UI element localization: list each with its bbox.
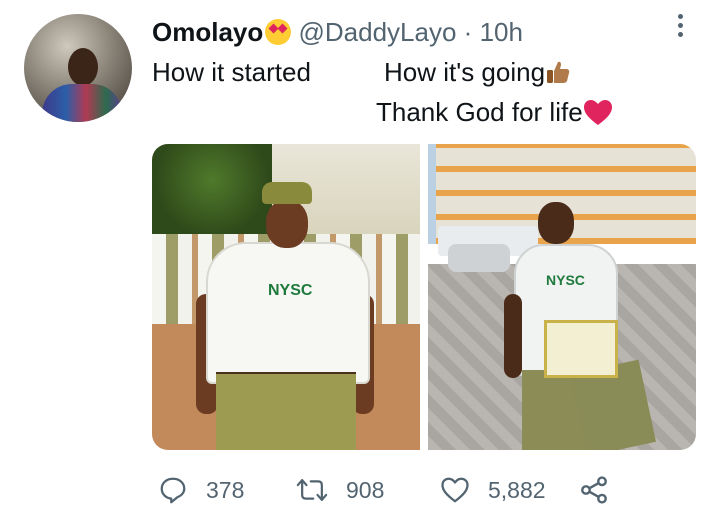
reply-count: 378 [206, 476, 245, 503]
author-handle[interactable]: @DaddyLayo [298, 17, 456, 47]
retweet-button[interactable]: 908 [296, 470, 384, 510]
tweet-text-line1-left: How it started [152, 57, 311, 87]
retweet-icon [296, 479, 328, 501]
tweet-timestamp[interactable]: 10h [480, 17, 523, 47]
red-heart-emoji-icon [583, 100, 612, 125]
reply-icon [160, 477, 186, 504]
retweet-count: 908 [346, 476, 385, 503]
tweet-image-how-it-started[interactable]: NYSC [152, 144, 420, 450]
tweet-image-how-its-going[interactable]: NYSC [428, 144, 696, 450]
reply-button[interactable]: 378 [158, 470, 244, 510]
more-options-icon[interactable] [676, 14, 684, 41]
author-name[interactable]: Omolayo [152, 17, 263, 47]
image1-shirt-text: NYSC [268, 282, 313, 299]
avatar[interactable] [24, 14, 132, 122]
tweet-text-line1-right-wrap: How it's going [384, 56, 571, 88]
star-struck-emoji-icon [265, 19, 292, 45]
thumbs-up-emoji-icon [547, 61, 570, 83]
tweet-text-line2: Thank God for life [376, 97, 583, 127]
like-icon [441, 477, 469, 503]
tweet-header: Omolayo @DaddyLayo · 10h [152, 16, 523, 48]
tweet-actions-bar: 378 908 5,882 [0, 470, 720, 510]
separator-dot: · [463, 17, 473, 47]
share-icon [581, 476, 607, 504]
tweet-text-line1-right: How it's going [384, 57, 546, 87]
like-button[interactable]: 5,882 [440, 470, 546, 510]
tweet-text-line2-wrap: Thank God for life [376, 96, 613, 128]
image2-shirt-text: NYSC [546, 272, 585, 288]
like-count: 5,882 [488, 476, 546, 503]
share-button[interactable] [578, 470, 628, 510]
